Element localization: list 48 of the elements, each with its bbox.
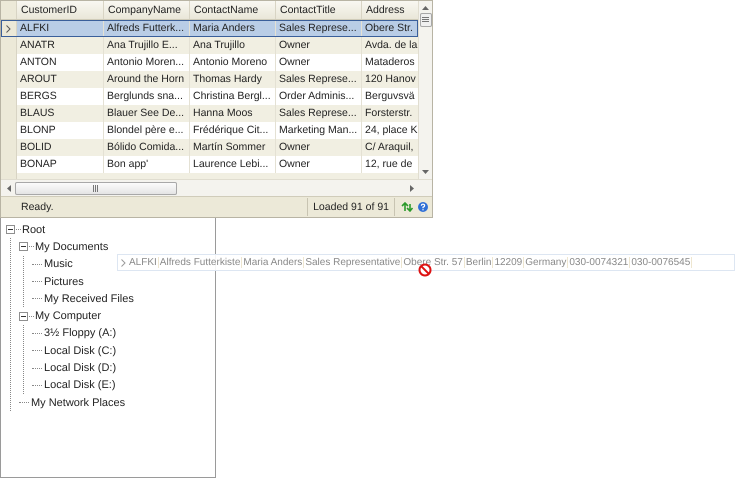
collapse-icon[interactable]: [19, 312, 28, 321]
tree-item[interactable]: 3½ Floppy (A:): [44, 327, 116, 340]
drag-preview-cell: 030-0076545: [630, 257, 692, 268]
tree-item[interactable]: My Received Files: [44, 292, 134, 305]
vertical-scrollbar[interactable]: [418, 1, 432, 179]
tree-item[interactable]: Local Disk (E:): [44, 379, 116, 392]
help-icon[interactable]: [418, 202, 428, 212]
scroll-thumb[interactable]: [420, 13, 432, 27]
table-row[interactable]: ANATR Ana Trujillo E... Ana Trujillo Owner Avda. de la: [1, 37, 418, 54]
refresh-icon[interactable]: [401, 202, 413, 212]
scroll-down-icon[interactable]: [422, 170, 430, 174]
drag-preview-cell: Berlin: [464, 257, 494, 268]
column-header[interactable]: CustomerID: [17, 1, 104, 19]
scroll-left-icon[interactable]: [7, 184, 11, 192]
collapse-icon[interactable]: [6, 225, 15, 234]
record-count: Loaded 91 of 91: [307, 198, 395, 216]
current-row-icon: [6, 24, 11, 32]
row-header[interactable]: [1, 20, 17, 37]
tree-item[interactable]: My Documents: [35, 240, 108, 253]
drag-preview-cell: Germany: [524, 257, 568, 268]
tree-item[interactable]: Local Disk (C:): [44, 344, 116, 357]
column-header[interactable]: CompanyName: [104, 1, 190, 19]
tree-item[interactable]: Pictures: [44, 276, 84, 288]
column-header[interactable]: ContactTitle: [276, 1, 362, 19]
tree-item[interactable]: Local Disk (D:): [44, 362, 116, 374]
tree-item[interactable]: My Computer: [35, 310, 102, 322]
horizontal-scrollbar[interactable]: [1, 179, 432, 196]
chevron-icon: [121, 258, 126, 266]
column-header[interactable]: ContactName: [190, 1, 276, 19]
tree-item[interactable]: Root: [22, 224, 46, 236]
table-row[interactable]: AROUT Around the Horn Thomas Hardy Sales Represe... 120 Hanov: [1, 71, 418, 88]
table-row[interactable]: BLONP Blondel père e... Frédérique Cit... Marketing Man... 24, place K: [1, 122, 418, 139]
drag-preview-cell: ALFKI: [128, 257, 159, 268]
drag-preview-cell: Maria Anders: [242, 257, 304, 268]
tree-item[interactable]: My Network Places: [31, 396, 126, 409]
status-text: Ready.: [20, 201, 54, 213]
drag-preview-cell: 030-0074321: [568, 257, 630, 268]
scroll-thumb[interactable]: [15, 182, 177, 194]
tree-item[interactable]: Music: [44, 258, 73, 270]
drag-preview-cell: Alfreds Futterkiste: [158, 257, 242, 268]
scroll-right-icon[interactable]: [410, 184, 414, 192]
scroll-up-icon[interactable]: [422, 6, 430, 10]
table-row[interactable]: ALFKI Alfreds Futterk... Maria Anders Sales Represe... Obere Str.: [1, 20, 418, 37]
drag-preview-cell: 12209: [493, 257, 524, 268]
collapse-icon[interactable]: [19, 242, 28, 252]
drag-preview-cell: Sales Representative: [304, 257, 402, 268]
table-row[interactable]: BLAUS Blauer See De... Hanna Moos Sales Represe... Forsterstr.: [1, 105, 418, 122]
table-row[interactable]: BOLID Bólido Comida... Martín Sommer Owner C/ Araquil,: [1, 139, 418, 156]
